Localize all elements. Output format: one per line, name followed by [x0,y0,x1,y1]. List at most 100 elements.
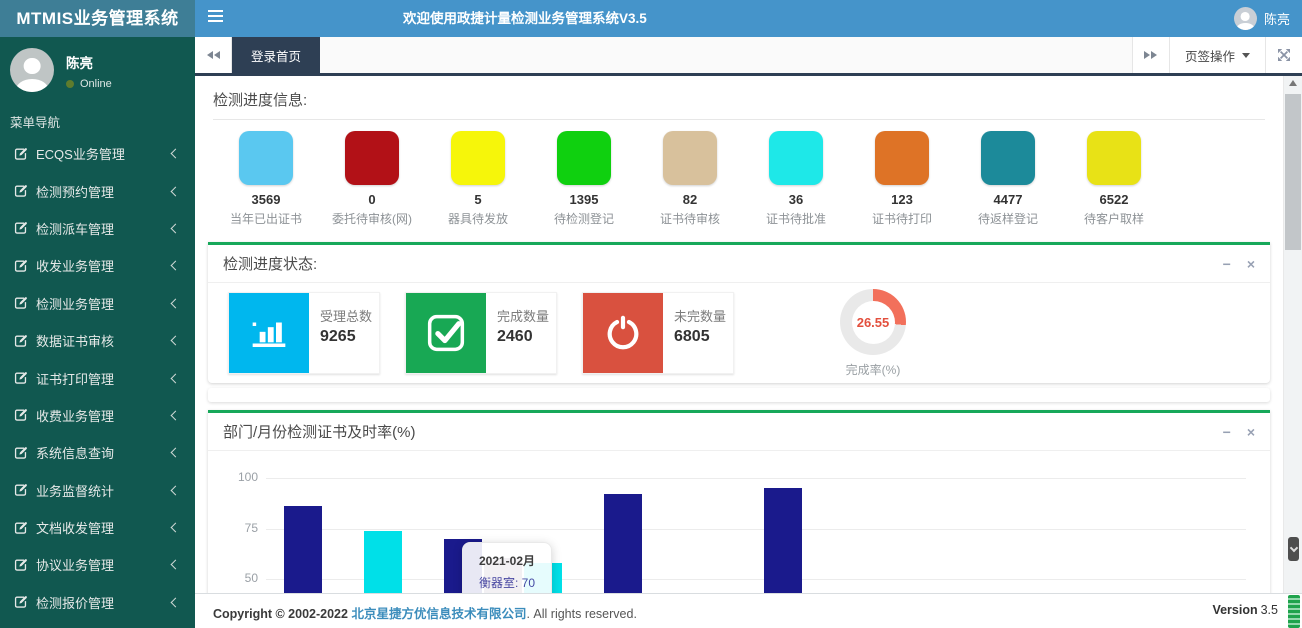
tooltip-title: 2021-02月 [467,552,547,569]
sidebar-item-8[interactable]: 系统信息查询 [0,434,195,471]
company-link[interactable]: 北京星捷方优信息技术有限公司 [351,607,526,621]
stat-color-square [557,131,611,185]
chevron-left-icon [171,186,181,196]
sidebar-item-label: ECQS业务管理 [36,144,172,163]
caret-down-icon [1242,53,1250,58]
main-region: 登录首页 页签操作 检测进度信息: [195,37,1302,628]
panel-header: 检测进度状态: − × [208,245,1270,283]
bar-chart: 1007550252021-02月衡器室: 70力学室: 60.35热电理化室:… [222,457,1256,593]
pencil-square-icon [14,334,28,348]
sidebar-item-label: 检测预约管理 [36,182,172,201]
stat-card-8[interactable]: 6522待客户取样 [1061,131,1167,227]
tooltip-row: 衡器室: 70 [467,574,547,591]
scrollbar-thumb[interactable] [1285,94,1301,250]
sidebar-item-label: 收发业务管理 [36,256,172,275]
pencil-square-icon [14,558,28,572]
bar-衡器室-2021-04月 [764,488,802,593]
vertical-scrollbar[interactable] [1283,76,1302,593]
stat-label: 待返样登记 [955,210,1061,227]
progress-status-panel: 检测进度状态: − × 受理总数9265完成数量2460未完数量6805 26.… [208,242,1270,383]
chevron-left-icon [171,298,181,308]
pencil-square-icon [14,483,28,497]
sidebar-item-9[interactable]: 业务监督统计 [0,472,195,509]
pencil-square-icon [14,259,28,273]
scroll-down-icon[interactable] [1288,537,1299,561]
content-area: 检测进度信息: 3569 当年已出证书0委托待审核(网)5器具待发放1395待检测… [195,76,1283,593]
stat-card-7[interactable]: 4477待返样登记 [955,131,1061,227]
progress-info-section: 检测进度信息: 3569 当年已出证书0委托待审核(网)5器具待发放1395待检测… [195,76,1283,239]
y-axis-tick: 50 [222,571,258,585]
gridline [266,478,1246,479]
avatar [10,48,54,92]
scroll-up-icon[interactable] [1289,80,1297,86]
sidebar: 陈亮 Online 菜单导航 ECQS业务管理检测预约管理检测派车管理收发业务管… [0,37,195,628]
sidebar-item-label: 业务监督统计 [36,481,172,500]
sidebar-item-1[interactable]: 检测预约管理 [0,172,195,209]
info-box-label: 受理总数 [320,306,372,325]
pencil-square-icon [14,184,28,198]
sidebar-item-5[interactable]: 数据证书审核 [0,322,195,359]
y-axis-tick: 100 [222,470,258,484]
sidebar-item-10[interactable]: 文档收发管理 [0,509,195,546]
close-icon[interactable]: × [1247,425,1255,439]
user-status[interactable]: Online [66,78,112,90]
progress-info-title: 检测进度信息: [213,89,1265,110]
stat-label: 证书待批准 [743,210,849,227]
top-header: MTMIS业务管理系统 欢迎使用政捷计量检测业务管理系统V3.5 陈亮 [0,0,1302,37]
stat-card-6[interactable]: 123证书待打印 [849,131,955,227]
bar-衡器室-2021-01月 [284,506,322,593]
stat-color-square [1087,131,1141,185]
stat-card-1[interactable]: 0委托待审核(网) [319,131,425,227]
collapse-icon[interactable]: − [1223,257,1231,271]
bar-热电理化室-2021-01月 [364,531,402,593]
stat-value: 5 [425,192,531,207]
stat-label: 证书待审核 [637,210,743,227]
stat-card-0[interactable]: 3569 当年已出证书 [213,131,319,227]
chevron-left-icon [171,485,181,495]
stat-value: 3569 [213,192,319,207]
info-box-1: 完成数量2460 [405,292,557,374]
chart-panel: 部门/月份检测证书及时率(%) − × 1007550252021-02月衡器室… [208,410,1270,593]
stat-color-square [875,131,929,185]
stat-color-square [451,131,505,185]
close-icon[interactable]: × [1247,257,1255,271]
progress-status-title: 检测进度状态: [223,253,317,274]
sidebar-item-label: 检测业务管理 [36,294,172,313]
tabs-scroll-right-icon[interactable] [1132,37,1169,73]
stat-card-2[interactable]: 5器具待发放 [425,131,531,227]
stat-card-4[interactable]: 82证书待审核 [637,131,743,227]
user-menu[interactable]: 陈亮 [1234,0,1290,37]
stat-value: 36 [743,192,849,207]
page-title: 欢迎使用政捷计量检测业务管理系统V3.5 [403,0,647,37]
fullscreen-icon[interactable] [1265,37,1302,73]
donut-chart: 26.55 [840,289,906,355]
sidebar-toggle-icon[interactable] [208,10,224,26]
sidebar-item-12[interactable]: 检测报价管理 [0,584,195,621]
stat-label: 当年已出证书 [213,210,319,227]
version-label: Version3.5 [1212,603,1278,628]
sidebar-item-2[interactable]: 检测派车管理 [0,210,195,247]
stat-value: 1395 [531,192,637,207]
tabs-scroll-left-icon[interactable] [195,37,232,73]
chevron-left-icon [171,523,181,533]
tab-login-home[interactable]: 登录首页 [232,37,320,73]
user-avatar-icon [1234,7,1257,30]
stat-color-square [239,131,293,185]
tab-bar: 登录首页 页签操作 [195,37,1302,76]
stat-card-3[interactable]: 1395待检测登记 [531,131,637,227]
stat-card-5[interactable]: 36 证书待批准 [743,131,849,227]
sidebar-item-6[interactable]: 证书打印管理 [0,359,195,396]
info-box-value: 2460 [497,328,549,346]
sidebar-item-0[interactable]: ECQS业务管理 [0,135,195,172]
chevron-left-icon [171,149,181,159]
sidebar-item-4[interactable]: 检测业务管理 [0,285,195,322]
collapse-icon[interactable]: − [1223,425,1231,439]
sidebar-item-11[interactable]: 协议业务管理 [0,546,195,583]
sidebar-item-7[interactable]: 收费业务管理 [0,397,195,434]
app-logo[interactable]: MTMIS业务管理系统 [0,0,195,37]
green-striped-widget[interactable] [1288,595,1300,628]
sidebar-item-3[interactable]: 收发业务管理 [0,247,195,284]
tab-operations-dropdown[interactable]: 页签操作 [1169,37,1265,73]
navbar: 欢迎使用政捷计量检测业务管理系统V3.5 陈亮 [195,0,1302,37]
progress-status-body: 受理总数9265完成数量2460未完数量6805 26.55 完成率(%) [208,283,1270,383]
